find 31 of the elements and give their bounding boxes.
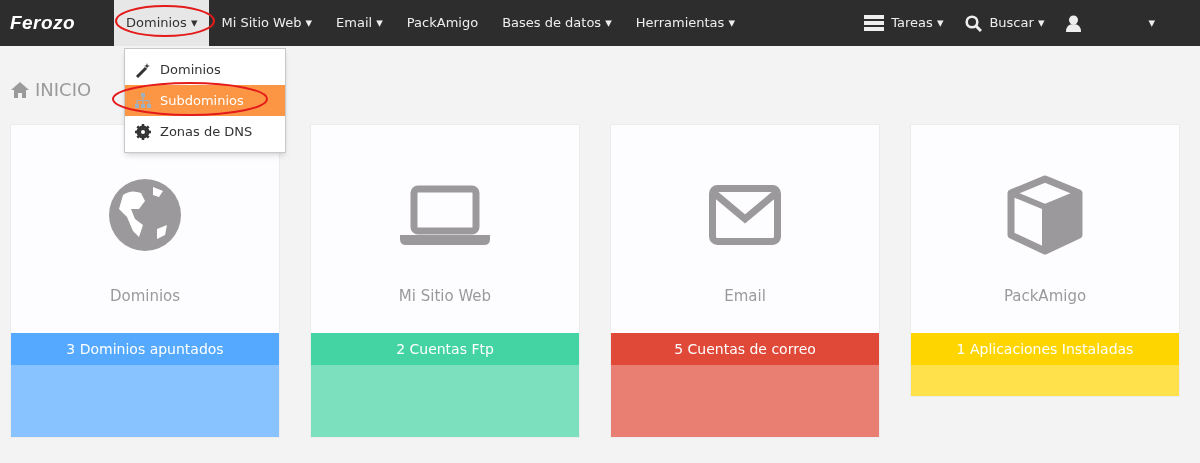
nav-menu-item[interactable]: Bases de datos ▾ <box>490 0 624 46</box>
card-footer: 3 Dominios apuntados <box>11 333 279 365</box>
card-footer: 1 Aplicaciones Instaladas <box>911 333 1179 365</box>
card-title: PackAmigo <box>1003 286 1087 307</box>
dropdown-item[interactable]: Dominios <box>125 54 285 85</box>
user-menu[interactable]: ▾ <box>1055 0 1166 46</box>
gear-icon <box>135 123 151 140</box>
laptop-icon <box>400 185 490 245</box>
card-title: Email <box>724 286 766 307</box>
nav-menu-item[interactable]: Dominios ▾ <box>114 0 210 46</box>
tasks-menu[interactable]: Tareas ▾ <box>853 0 955 46</box>
search-icon <box>965 14 983 32</box>
card-footer: 2 Cuentas Ftp <box>311 333 579 365</box>
summary-card[interactable]: Email 5 Cuentas de correo <box>610 124 880 438</box>
nav-menu-item[interactable]: Mi Sitio Web ▾ <box>209 0 325 46</box>
server-icon <box>864 15 885 31</box>
cube-icon <box>1005 175 1085 255</box>
nav-menu-item[interactable]: Herramientas ▾ <box>623 0 747 46</box>
envelope-icon <box>709 185 781 245</box>
globe-icon <box>109 179 181 251</box>
nav-menu-item[interactable]: Email ▾ <box>324 0 395 46</box>
search-menu[interactable]: Buscar ▾ <box>954 0 1056 46</box>
user-icon <box>1066 14 1082 32</box>
logo[interactable]: Ferozo <box>0 0 114 46</box>
sitemap-icon <box>135 93 151 108</box>
home-icon <box>10 80 30 99</box>
card-footer: 5 Cuentas de correo <box>611 333 879 365</box>
card-title: Dominios <box>109 286 181 307</box>
page-title: INICIO <box>35 78 92 102</box>
nav-menu-item[interactable]: PackAmigo <box>394 0 491 46</box>
card-title: Mi Sitio Web <box>398 286 492 307</box>
